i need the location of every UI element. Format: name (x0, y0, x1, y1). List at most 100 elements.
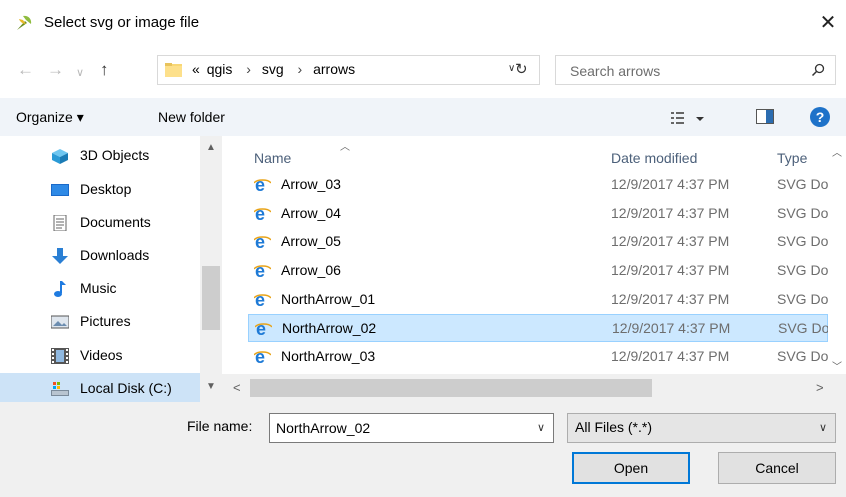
search-box[interactable] (555, 55, 836, 85)
file-type-value: All Files (*.*) (575, 419, 653, 435)
scrollbar-thumb[interactable] (202, 266, 220, 330)
svg-file-icon: e (254, 348, 271, 365)
svg-text:e: e (256, 320, 266, 337)
breadcrumb-overflow[interactable]: « (192, 61, 200, 77)
scroll-down-arrow-icon[interactable]: ▼ (206, 381, 216, 392)
file-row[interactable]: e Arrow_04 12/9/2017 4:37 PM SVG Documen… (248, 200, 828, 228)
svg-text:e: e (255, 291, 265, 308)
nav-item-label: Downloads (80, 247, 150, 263)
nav-item-documents[interactable]: Documents (0, 207, 200, 240)
scrollbar-thumb[interactable] (250, 379, 652, 397)
file-type: SVG Document (777, 176, 828, 192)
nav-item-pictures[interactable]: Pictures (0, 306, 200, 339)
file-name-label: File name: (187, 418, 253, 434)
file-row[interactable]: e Arrow_05 12/9/2017 4:37 PM SVG Documen… (248, 228, 828, 256)
pictures-icon (51, 315, 69, 329)
file-name: Arrow_03 (281, 176, 341, 192)
file-type-select[interactable]: All Files (*.*) ∨ (567, 413, 836, 443)
help-button[interactable]: ? (810, 107, 830, 127)
cancel-button[interactable]: Cancel (718, 452, 836, 484)
file-date: 12/9/2017 4:37 PM (611, 291, 730, 307)
file-type: SVG Document (778, 320, 829, 336)
preview-pane-icon[interactable] (756, 109, 774, 124)
scroll-up-arrow-icon[interactable]: ▲ (206, 142, 216, 153)
svg-text:e: e (255, 205, 265, 222)
change-view-icon[interactable] (669, 108, 709, 128)
file-row[interactable]: e Arrow_03 12/9/2017 4:37 PM SVG Documen… (248, 171, 828, 199)
breadcrumb-item[interactable]: qgis (207, 61, 233, 77)
file-list-horizontal-scrollbar[interactable]: < > (222, 374, 846, 402)
file-name-input[interactable] (276, 419, 516, 437)
column-header-name[interactable]: Name (254, 150, 291, 166)
nav-item-label: Music (80, 280, 117, 296)
breadcrumb-separator-icon[interactable]: › (246, 61, 251, 77)
nav-pane-scrollbar[interactable]: ▲ ▼ (200, 136, 222, 402)
nav-item-label: Desktop (80, 181, 132, 197)
scroll-down-arrow-icon[interactable]: ﹀ (832, 358, 842, 373)
file-name: Arrow_04 (281, 205, 341, 221)
scroll-up-arrow-icon[interactable]: ︿ (832, 144, 842, 159)
svg-text:e: e (255, 176, 265, 193)
desktop-icon (51, 184, 69, 196)
column-header-type[interactable]: Type (777, 150, 807, 166)
address-row: ← → ∨ ↑ « qgis › svg › arrows ∨ ↻ (0, 46, 846, 98)
file-date: 12/9/2017 4:37 PM (611, 205, 730, 221)
file-name-combobox[interactable]: ∨ (269, 413, 554, 443)
title-bar: Select svg or image file ✕ (0, 0, 846, 46)
file-row[interactable]: e NorthArrow_01 12/9/2017 4:37 PM SVG Do… (248, 286, 828, 314)
file-list-vertical-scrollbar[interactable]: ︿ ﹀ (828, 136, 846, 374)
chevron-down-icon[interactable]: ∨ (537, 421, 545, 434)
file-name: NorthArrow_02 (282, 320, 377, 336)
nav-item-label: 3D Objects (80, 147, 150, 163)
open-button[interactable]: Open (572, 452, 690, 484)
column-header-date-modified[interactable]: Date modified (611, 150, 697, 166)
new-folder-button[interactable]: New folder (158, 109, 225, 125)
organize-button[interactable]: Organize ▾ (16, 109, 84, 126)
sort-indicator-icon: ︿ (340, 142, 350, 153)
videos-icon (51, 348, 69, 364)
breadcrumb-item[interactable]: svg (262, 61, 284, 77)
back-arrow-icon[interactable]: ← (17, 60, 34, 80)
chevron-down-icon[interactable]: ∨ (819, 421, 827, 434)
recent-locations-chevron-icon[interactable]: ∨ (76, 66, 84, 79)
file-name: Arrow_05 (281, 233, 341, 249)
scroll-left-arrow-icon[interactable]: < (233, 380, 241, 395)
up-arrow-icon[interactable]: ↑ (100, 60, 109, 80)
nav-item-local-disk[interactable]: Local Disk (C:) (0, 373, 200, 402)
file-date: 12/9/2017 4:37 PM (611, 176, 730, 192)
file-date: 12/9/2017 4:37 PM (612, 320, 731, 336)
nav-item-downloads[interactable]: Downloads (0, 240, 200, 273)
svg-text:e: e (255, 262, 265, 279)
scroll-right-arrow-icon[interactable]: > (816, 380, 824, 395)
file-row-selected[interactable]: e NorthArrow_02 12/9/2017 4:37 PM SVG Do… (248, 314, 829, 342)
breadcrumb: « qgis › svg › arrows (192, 61, 358, 77)
nav-item-desktop[interactable]: Desktop (0, 174, 200, 207)
search-icon (811, 63, 825, 77)
close-button[interactable]: ✕ (810, 6, 846, 40)
file-row[interactable]: e NorthArrow_03 12/9/2017 4:37 PM SVG Do… (248, 343, 828, 371)
file-type: SVG Document (777, 205, 828, 221)
file-date: 12/9/2017 4:37 PM (611, 233, 730, 249)
breadcrumb-item[interactable]: arrows (313, 61, 355, 77)
svg-file-icon: e (255, 320, 272, 337)
file-type: SVG Document (777, 262, 828, 278)
nav-item-3d-objects[interactable]: 3D Objects (0, 140, 200, 173)
forward-arrow-icon[interactable]: → (47, 60, 64, 80)
file-row[interactable]: e Arrow_06 12/9/2017 4:37 PM SVG Documen… (248, 257, 828, 285)
folder-icon (165, 63, 182, 77)
local-disk-icon (51, 382, 69, 396)
window-title: Select svg or image file (44, 14, 200, 31)
search-input[interactable] (568, 61, 802, 81)
navigation-pane: 3D Objects Desktop Documents Downloads M… (0, 136, 222, 402)
nav-item-label: Videos (80, 347, 123, 363)
address-bar[interactable]: « qgis › svg › arrows ∨ (157, 55, 540, 85)
file-date: 12/9/2017 4:37 PM (611, 262, 730, 278)
svg-file-icon: e (254, 205, 271, 222)
svg-file-icon: e (254, 176, 271, 193)
nav-item-videos[interactable]: Videos (0, 340, 200, 373)
file-name: Arrow_06 (281, 262, 341, 278)
nav-item-music[interactable]: Music (0, 273, 200, 306)
refresh-icon[interactable]: ↻ (515, 60, 528, 78)
breadcrumb-separator-icon[interactable]: › (298, 61, 303, 77)
nav-item-label: Pictures (80, 313, 131, 329)
